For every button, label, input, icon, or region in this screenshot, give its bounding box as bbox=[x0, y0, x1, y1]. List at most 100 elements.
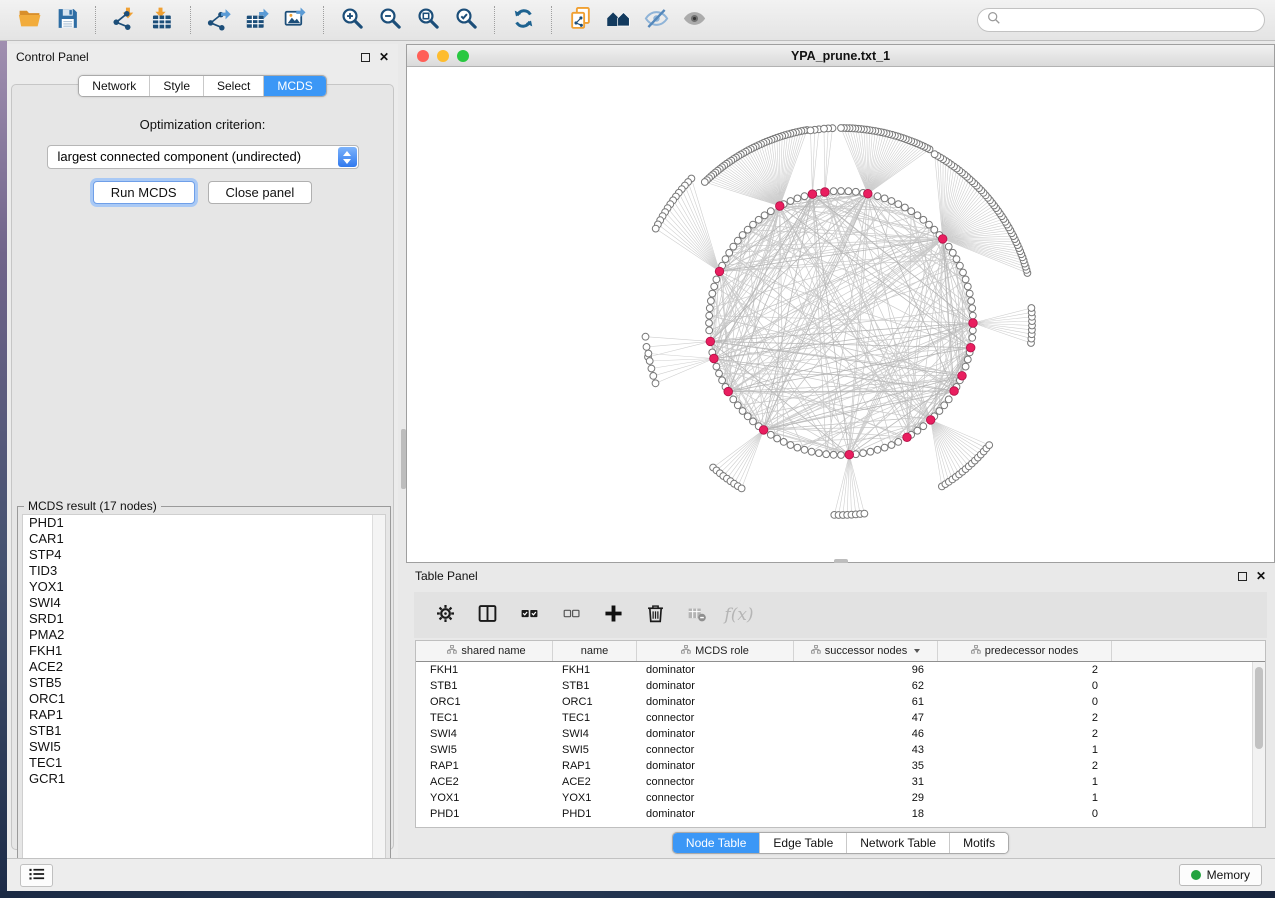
table-scrollbar-thumb[interactable] bbox=[1255, 667, 1263, 749]
table-cell: RAP1 bbox=[421, 758, 553, 774]
show-column-button[interactable] bbox=[470, 597, 504, 633]
table-panel-header: Table Panel ✕ bbox=[406, 563, 1275, 589]
zoom-out-button[interactable] bbox=[371, 3, 409, 37]
tab-select[interactable]: Select bbox=[203, 76, 263, 96]
mcds-result-item[interactable]: CAR1 bbox=[23, 531, 385, 547]
minimize-window-icon[interactable] bbox=[437, 50, 449, 62]
table-row[interactable]: TEC1TEC1connector472 bbox=[416, 710, 1265, 726]
export-network-button[interactable] bbox=[200, 3, 238, 37]
node-table: shared namenameMCDS rolesuccessor nodesp… bbox=[415, 640, 1266, 828]
criterion-dropdown[interactable]: largest connected component (undirected) bbox=[47, 145, 359, 169]
memory-button[interactable]: Memory bbox=[1179, 864, 1262, 886]
run-mcds-button[interactable]: Run MCDS bbox=[93, 181, 195, 204]
float-panel-icon[interactable] bbox=[361, 53, 370, 62]
column-header-predecessor-nodes[interactable]: predecessor nodes bbox=[938, 641, 1112, 661]
table-row[interactable]: ACE2ACE2connector311 bbox=[416, 774, 1265, 790]
table-cell: 1 bbox=[938, 742, 1112, 758]
mcds-result-item[interactable]: STB5 bbox=[23, 675, 385, 691]
float-table-panel-icon[interactable] bbox=[1238, 572, 1247, 581]
mcds-result-item[interactable]: GCR1 bbox=[23, 771, 385, 787]
import-table-button[interactable] bbox=[143, 3, 181, 37]
zoom-selected-button[interactable] bbox=[447, 3, 485, 37]
mcds-result-item[interactable]: FKH1 bbox=[23, 643, 385, 659]
tab-mcds[interactable]: MCDS bbox=[263, 76, 325, 96]
mcds-result-item[interactable]: TID3 bbox=[23, 563, 385, 579]
column-header-name[interactable]: name bbox=[553, 641, 637, 661]
import-network-button[interactable] bbox=[105, 3, 143, 37]
save-session-button[interactable] bbox=[48, 3, 86, 37]
mcds-result-item[interactable]: YOX1 bbox=[23, 579, 385, 595]
table-row[interactable]: STB1STB1dominator620 bbox=[416, 678, 1265, 694]
column-header-successor-nodes[interactable]: successor nodes bbox=[794, 641, 938, 661]
show-all-button[interactable] bbox=[675, 3, 713, 37]
delete-entry-button[interactable] bbox=[638, 597, 672, 633]
table-row[interactable]: SWI4SWI4dominator462 bbox=[416, 726, 1265, 742]
vertical-splitter-handle[interactable] bbox=[401, 429, 406, 489]
search-box[interactable] bbox=[977, 8, 1265, 32]
close-panel-icon[interactable]: ✕ bbox=[379, 51, 389, 63]
mcds-result-item[interactable]: STP4 bbox=[23, 547, 385, 563]
zoom-in-button[interactable] bbox=[333, 3, 371, 37]
export-table-button[interactable] bbox=[238, 3, 276, 37]
close-window-icon[interactable] bbox=[417, 50, 429, 62]
table-row[interactable]: SWI5SWI5connector431 bbox=[416, 742, 1265, 758]
table-row[interactable]: FKH1FKH1dominator962 bbox=[416, 662, 1265, 678]
tab-network[interactable]: Network bbox=[79, 76, 149, 96]
mcds-result-item[interactable]: SRD1 bbox=[23, 611, 385, 627]
table-row[interactable]: PHD1PHD1dominator180 bbox=[416, 806, 1265, 822]
column-settings-button[interactable] bbox=[428, 597, 462, 633]
open-file-button[interactable] bbox=[10, 3, 48, 37]
refresh-button[interactable] bbox=[504, 3, 542, 37]
column-header-shared-name[interactable]: shared name bbox=[421, 641, 553, 661]
select-all-button[interactable] bbox=[512, 597, 546, 633]
mcds-result-item[interactable]: STB1 bbox=[23, 723, 385, 739]
table-row[interactable]: RAP1RAP1dominator352 bbox=[416, 758, 1265, 774]
close-table-panel-icon[interactable]: ✕ bbox=[1256, 570, 1266, 582]
table-row[interactable]: YOX1YOX1connector291 bbox=[416, 790, 1265, 806]
function-builder-button[interactable]: f(x) bbox=[722, 597, 756, 633]
mcds-result-item[interactable]: PMA2 bbox=[23, 627, 385, 643]
column-header-MCDS-role[interactable]: MCDS role bbox=[637, 641, 794, 661]
table-scrollbar[interactable] bbox=[1252, 662, 1265, 827]
tab-edge-table[interactable]: Edge Table bbox=[759, 833, 846, 853]
search-input[interactable] bbox=[1006, 12, 1255, 28]
column-type-icon bbox=[681, 645, 691, 657]
export-image-button[interactable] bbox=[276, 3, 314, 37]
select-all-icon bbox=[520, 604, 539, 626]
task-history-button[interactable] bbox=[20, 864, 53, 887]
tab-network-table[interactable]: Network Table bbox=[846, 833, 949, 853]
close-panel-button[interactable]: Close panel bbox=[208, 181, 313, 204]
copy-network-button[interactable] bbox=[561, 3, 599, 37]
zoom-fit-icon bbox=[416, 6, 441, 34]
main-toolbar bbox=[0, 0, 1275, 41]
network-window-titlebar[interactable]: YPA_prune.txt_1 bbox=[407, 45, 1274, 67]
mcds-result-item[interactable]: PHD1 bbox=[23, 515, 385, 531]
network-graph[interactable] bbox=[407, 67, 1274, 562]
table-cell: 62 bbox=[794, 678, 938, 694]
import-network-icon bbox=[112, 6, 137, 34]
mcds-list-scrollbar[interactable] bbox=[372, 515, 385, 876]
table-cell: 29 bbox=[794, 790, 938, 806]
tab-style[interactable]: Style bbox=[149, 76, 203, 96]
add-entry-button[interactable] bbox=[596, 597, 630, 633]
mcds-result-item[interactable]: TEC1 bbox=[23, 755, 385, 771]
memory-status-dot bbox=[1191, 870, 1201, 880]
tab-motifs[interactable]: Motifs bbox=[949, 833, 1008, 853]
mcds-result-item[interactable]: SWI4 bbox=[23, 595, 385, 611]
mcds-result-item[interactable]: ACE2 bbox=[23, 659, 385, 675]
mcds-result-item[interactable]: SWI5 bbox=[23, 739, 385, 755]
delete-table-button[interactable] bbox=[680, 597, 714, 633]
hide-selected-button[interactable] bbox=[637, 3, 675, 37]
table-row[interactable]: ORC1ORC1dominator610 bbox=[416, 694, 1265, 710]
table-panel-title: Table Panel bbox=[415, 569, 478, 583]
main-area: Control Panel ✕ Optimization criterion: … bbox=[7, 41, 1275, 858]
mcds-result-item[interactable]: RAP1 bbox=[23, 707, 385, 723]
deselect-all-button[interactable] bbox=[554, 597, 588, 633]
mcds-result-item[interactable]: ORC1 bbox=[23, 691, 385, 707]
tab-node-table[interactable]: Node Table bbox=[673, 833, 760, 853]
first-neighbors-button[interactable] bbox=[599, 3, 637, 37]
zoom-fit-button[interactable] bbox=[409, 3, 447, 37]
maximize-window-icon[interactable] bbox=[457, 50, 469, 62]
mcds-result-list[interactable]: PHD1CAR1STP4TID3YOX1SWI4SRD1PMA2FKH1ACE2… bbox=[22, 514, 386, 877]
mcds-result-items: PHD1CAR1STP4TID3YOX1SWI4SRD1PMA2FKH1ACE2… bbox=[23, 515, 385, 787]
